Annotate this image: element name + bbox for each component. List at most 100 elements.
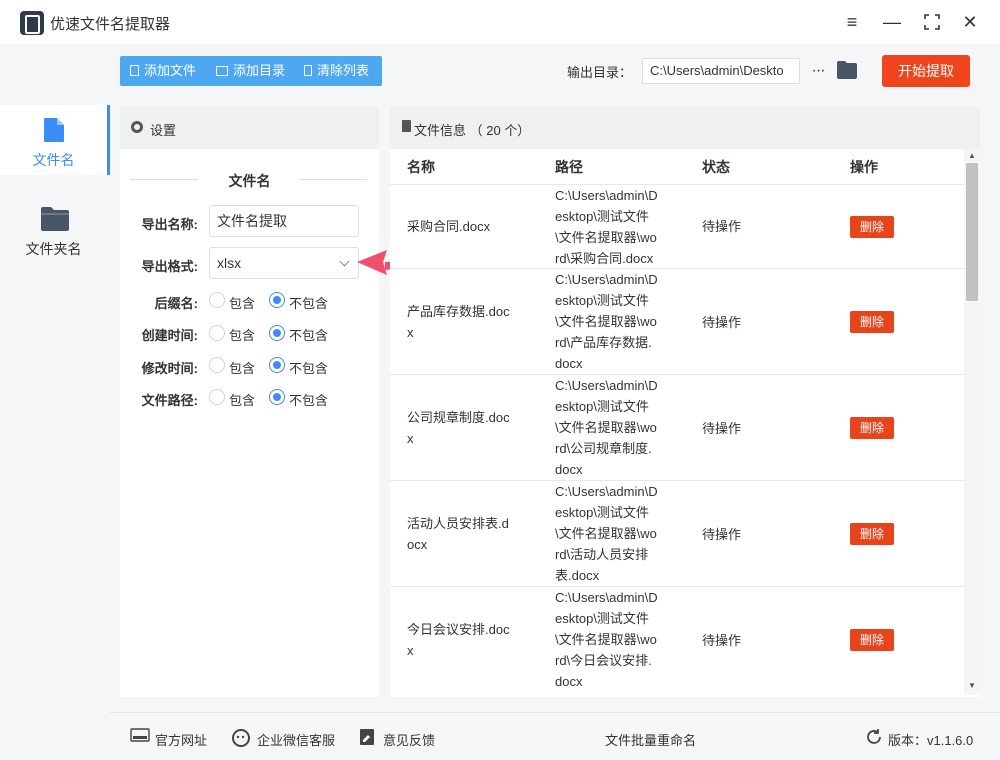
created-time-label: 创建时间: — [141, 328, 198, 343]
file-path-line: docx — [555, 462, 583, 477]
file-list-header: 文件信息 （ 20 个） — [390, 107, 980, 149]
scroll-up-icon[interactable]: ▲ — [966, 151, 978, 161]
folder-icon — [41, 207, 69, 231]
file-name-line: ocx — [407, 537, 428, 552]
file-path-cell: C:\Users\admin\D esktop\测试文件 \文件名提取器\wo … — [555, 587, 695, 692]
maximize-icon[interactable] — [920, 10, 944, 34]
file-path-line: rd\产品库存数据. — [555, 335, 652, 350]
refresh-icon[interactable] — [865, 728, 883, 746]
file-name-line: x — [407, 643, 414, 658]
file-path-line: docx — [555, 356, 583, 371]
created-exclude-radio[interactable] — [269, 325, 285, 341]
file-path-line: esktop\测试文件 — [555, 399, 649, 414]
path-exclude-label: 不包含 — [289, 393, 329, 408]
gear-icon — [131, 121, 143, 133]
official-website-link[interactable]: 官方网址 — [155, 730, 207, 749]
clear-list-label: 清除列表 — [317, 63, 370, 78]
divider — [299, 179, 367, 180]
file-path-line: C:\Users\admin\D — [555, 272, 658, 287]
export-name-label: 导出名称: — [141, 217, 198, 232]
clear-list-button[interactable]: 清除列表 — [304, 56, 369, 86]
scroll-down-icon[interactable]: ▼ — [966, 681, 978, 691]
file-path-line: docx — [555, 674, 583, 689]
export-format-select[interactable]: xlsx — [209, 247, 359, 279]
file-path-line: \文件名提取器\wo — [555, 526, 657, 541]
close-icon[interactable]: ✕ — [958, 10, 982, 34]
sidebar-item-filename[interactable]: 文件名 — [0, 105, 110, 175]
export-name-input[interactable]: 文件名提取 — [209, 205, 359, 237]
settings-panel: 设置 文件名 导出名称: 文件名提取 导出格式: xlsx 后缀名: 包含 不包… — [120, 107, 379, 697]
file-path-line: esktop\测试文件 — [555, 611, 649, 626]
sidebar-item-foldername[interactable]: 文件夹名 — [0, 194, 110, 264]
file-name-cell: 今日会议安排.doc x — [407, 619, 547, 661]
path-include-radio[interactable] — [209, 389, 225, 405]
sidebar-item-label: 文件名 — [32, 152, 75, 168]
wechat-icon — [232, 729, 250, 747]
file-name-line: 今日会议安排.doc — [407, 622, 510, 637]
file-list-panel: 文件信息 （ 20 个） 名称 路径 状态 操作 采购合同.docx C:\Us… — [390, 107, 980, 697]
column-header-path: 路径 — [555, 159, 583, 175]
file-path-line: \文件名提取器\wo — [555, 632, 657, 647]
file-name-cell: 公司规章制度.doc x — [407, 407, 547, 449]
version-label: 版本：v1.1.6.0 — [888, 733, 974, 748]
trash-icon — [304, 65, 312, 76]
file-name-line: x — [407, 325, 414, 340]
suffix-include-radio[interactable] — [209, 292, 225, 308]
delete-button[interactable]: 删除 — [850, 216, 894, 238]
batch-rename-link[interactable]: 文件批量重命名 — [605, 730, 696, 749]
output-directory-input[interactable]: C:\Users\admin\Deskto — [642, 58, 800, 84]
modified-include-radio[interactable] — [209, 357, 225, 373]
minimize-icon[interactable]: — — [880, 10, 904, 34]
file-path-cell: C:\Users\admin\D esktop\测试文件 \文件名提取器\wo … — [555, 269, 695, 374]
start-extract-button[interactable]: 开始提取 — [882, 55, 970, 87]
delete-button[interactable]: 删除 — [850, 311, 894, 333]
file-name-line: 采购合同.docx — [407, 219, 491, 234]
file-path-line: rd\今日会议安排. — [555, 653, 652, 668]
add-file-label: 添加文件 — [144, 63, 197, 78]
feedback-link[interactable]: 意见反馈 — [383, 730, 435, 749]
column-header-action: 操作 — [850, 159, 878, 175]
delete-button[interactable]: 删除 — [850, 629, 894, 651]
settings-title: 设置 — [150, 123, 177, 138]
output-directory-label: 输出目录： — [567, 65, 633, 80]
table-row: 公司规章制度.doc x C:\Users\admin\D esktop\测试文… — [390, 374, 964, 480]
created-include-label: 包含 — [229, 328, 256, 343]
status-cell: 待操作 — [702, 527, 742, 542]
file-name-line: 活动人员安排表.d — [407, 516, 509, 531]
section-title: 文件名 — [228, 173, 271, 189]
open-folder-icon[interactable] — [836, 60, 858, 80]
add-file-button[interactable]: 添加文件 — [130, 56, 196, 86]
file-path-line: rd\公司规章制度. — [555, 441, 652, 456]
path-exclude-radio[interactable] — [269, 389, 285, 405]
suffix-include-label: 包含 — [229, 296, 256, 311]
file-path-line: C:\Users\admin\D — [555, 590, 658, 605]
delete-button[interactable]: 删除 — [850, 523, 894, 545]
file-path-line: \文件名提取器\wo — [555, 230, 657, 245]
add-file-icon — [130, 65, 139, 76]
file-path-line: C:\Users\admin\D — [555, 188, 658, 203]
status-cell: 待操作 — [702, 421, 742, 436]
wechat-service-link[interactable]: 企业微信客服 — [257, 730, 335, 749]
document-icon — [402, 120, 411, 132]
modified-include-label: 包含 — [229, 361, 256, 376]
suffix-exclude-label: 不包含 — [289, 296, 329, 311]
app-logo-icon — [20, 11, 44, 35]
export-format-value: xlsx — [217, 255, 242, 271]
scrollbar-thumb[interactable] — [966, 163, 978, 301]
table-row: 活动人员安排表.d ocx C:\Users\admin\D esktop\测试… — [390, 480, 964, 586]
modified-exclude-radio[interactable] — [269, 357, 285, 373]
delete-button[interactable]: 删除 — [850, 417, 894, 439]
suffix-exclude-radio[interactable] — [269, 292, 285, 308]
path-include-label: 包含 — [229, 393, 256, 408]
file-name-line: 公司规章制度.doc — [407, 410, 510, 425]
more-options-button[interactable]: ··· — [808, 58, 828, 84]
file-path-line: \文件名提取器\wo — [555, 314, 657, 329]
file-name-line: x — [407, 431, 414, 446]
menu-icon[interactable]: ≡ — [840, 10, 864, 34]
file-path-line: rd\活动人员安排 — [555, 547, 649, 562]
toolbar-group: 添加文件 添加目录 清除列表 — [120, 56, 382, 86]
file-path-line: 表.docx — [555, 568, 600, 583]
file-path-cell: C:\Users\admin\D esktop\测试文件 \文件名提取器\wo … — [555, 481, 695, 586]
add-directory-button[interactable]: 添加目录 — [216, 56, 285, 86]
created-include-radio[interactable] — [209, 325, 225, 341]
